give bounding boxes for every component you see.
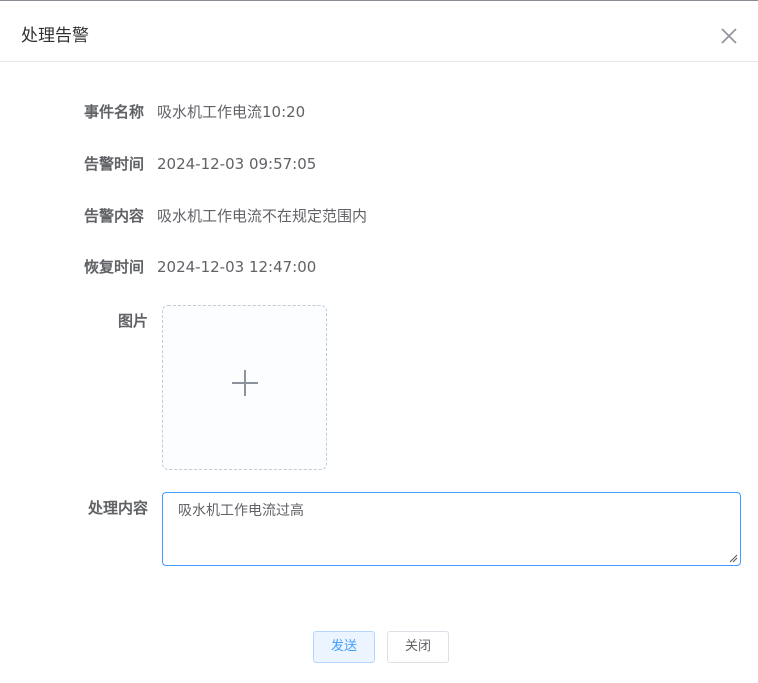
- recovery-time-value: 2024-12-03 12:47:00: [157, 258, 317, 276]
- close-button[interactable]: 关闭: [387, 631, 449, 663]
- send-button[interactable]: 发送: [313, 631, 375, 663]
- close-icon[interactable]: [718, 25, 740, 47]
- event-name-label: 事件名称: [83, 103, 144, 121]
- image-label: 图片: [117, 312, 148, 330]
- plus-icon: [232, 370, 258, 396]
- alarm-time-label: 告警时间: [83, 155, 144, 173]
- dialog-header: 处理告警: [0, 1, 758, 62]
- alarm-time-value: 2024-12-03 09:57:05: [157, 155, 317, 173]
- resize-grip-icon[interactable]: [729, 554, 738, 563]
- dialog-title: 处理告警: [21, 26, 89, 46]
- alarm-content-value: 吸水机工作电流不在规定范围内: [157, 207, 368, 225]
- handle-content-textarea[interactable]: 吸水机工作电流过高: [163, 493, 740, 565]
- handle-content-field[interactable]: 吸水机工作电流过高: [162, 492, 741, 566]
- alarm-content-label: 告警内容: [83, 207, 144, 225]
- handle-alarm-dialog: 处理告警 事件名称 吸水机工作电流10:20 告警时间 2024-12-03 0…: [0, 0, 758, 683]
- image-upload-box[interactable]: [162, 305, 327, 470]
- event-name-value: 吸水机工作电流10:20: [157, 103, 306, 121]
- handle-content-label: 处理内容: [87, 499, 148, 517]
- recovery-time-label: 恢复时间: [83, 258, 144, 276]
